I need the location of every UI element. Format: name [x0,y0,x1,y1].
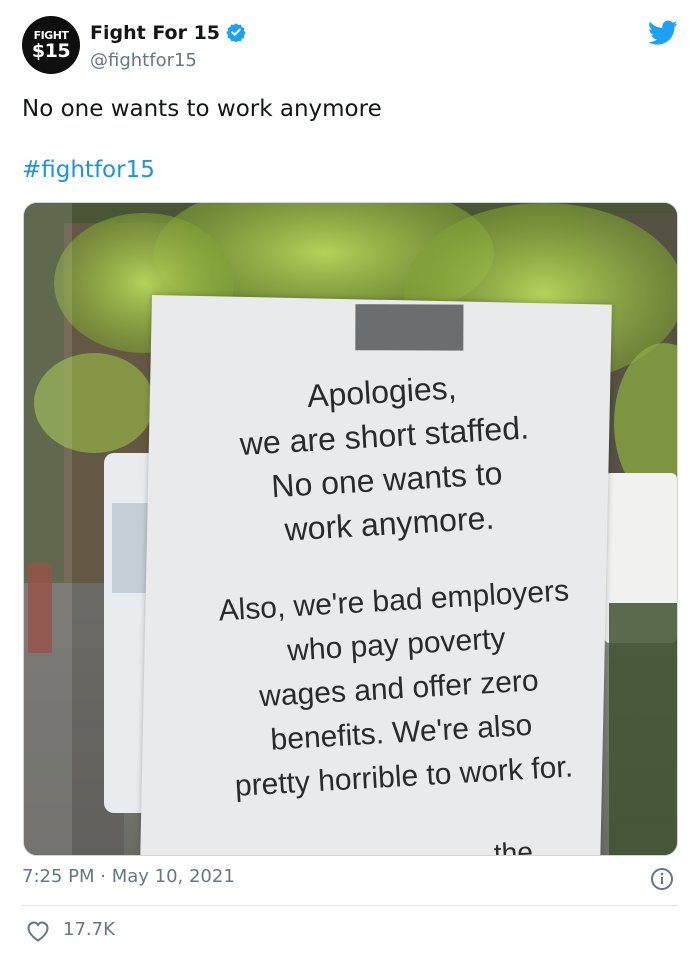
verified-badge-icon [226,23,246,42]
author-handle[interactable]: @fightfor15 [90,50,197,71]
tweet-header: FIGHT $15 Fight For 15 @fightfor15 [22,16,678,80]
avatar[interactable]: FIGHT $15 [22,16,80,74]
hashtag-link[interactable]: #fightfor15 [22,157,155,183]
tweet-photo[interactable]: Apologies, we are short staffed. No one … [23,202,678,856]
author-name[interactable]: Fight For 15 [90,22,246,44]
author-name-text: Fight For 15 [90,22,221,44]
tweet-text: No one wants to work anymore [22,96,382,122]
tweet-timestamp[interactable]: 7:25 PM · May 10, 2021 [22,866,235,887]
avatar-text-bottom: $15 [31,40,71,62]
heart-icon[interactable] [26,920,50,942]
tape [355,304,464,351]
sign-cut-text: . the [477,836,534,856]
twitter-bird-icon[interactable] [648,20,678,46]
sign-text: Apologies, we are short staffed. No one … [151,357,635,813]
info-icon[interactable] [650,867,674,891]
divider [22,905,678,906]
like-count: 17.7K [63,919,115,940]
paper-sign: Apologies, we are short staffed. No one … [139,295,612,856]
